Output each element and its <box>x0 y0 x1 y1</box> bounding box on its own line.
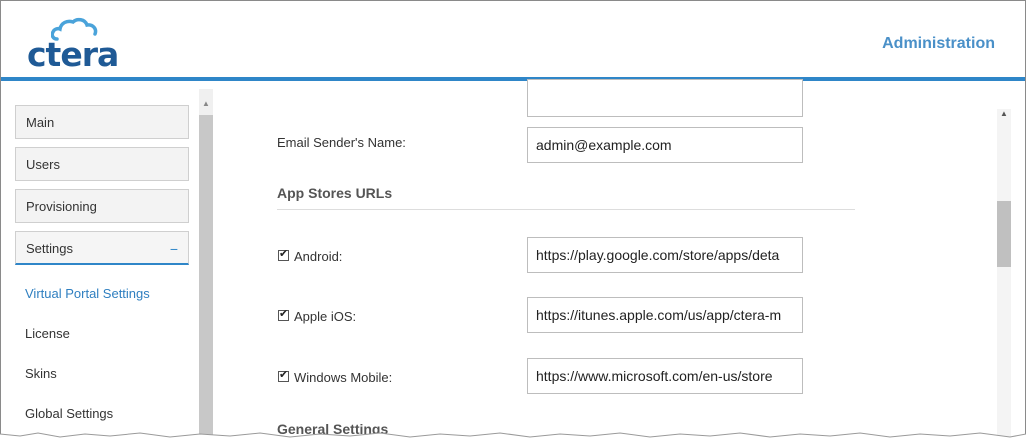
main-scrollbar-track[interactable] <box>997 109 1011 441</box>
apple-ios-url-input[interactable]: https://itunes.apple.com/us/app/ctera-m <box>527 297 803 333</box>
sidebar-item-label: Provisioning <box>26 199 97 214</box>
apple-ios-checkbox[interactable]: ✔ <box>278 308 289 321</box>
windows-mobile-url-input[interactable]: https://www.microsoft.com/en-us/store <box>527 358 803 394</box>
windows-mobile-checkbox[interactable]: ✔ <box>278 369 289 382</box>
ctera-logo: ctera <box>25 15 135 74</box>
subitem-license[interactable]: License <box>25 326 70 341</box>
android-label: Android: <box>294 249 343 264</box>
header: ctera Administration <box>1 1 1025 79</box>
android-url-input[interactable]: https://play.google.com/store/apps/deta <box>527 237 803 273</box>
subitem-global-settings[interactable]: Global Settings <box>25 406 113 421</box>
sidebar: Main Users Provisioning Settings − Virtu… <box>1 89 217 441</box>
main-scrollbar-thumb[interactable] <box>997 201 1011 267</box>
previous-field-input[interactable] <box>527 79 803 117</box>
collapse-icon[interactable]: − <box>170 232 178 266</box>
sidebar-item-label: Settings <box>26 241 73 256</box>
sidebar-item-users[interactable]: Users <box>15 147 189 181</box>
sidebar-item-provisioning[interactable]: Provisioning <box>15 189 189 223</box>
app-stores-section-title: App Stores URLs <box>277 185 393 201</box>
sidebar-item-label: Main <box>26 115 55 130</box>
apple-ios-label: Apple iOS: <box>294 309 357 324</box>
sidebar-item-label: Users <box>26 157 60 172</box>
checkmark-icon: ✔ <box>279 248 289 260</box>
scroll-up-arrow-icon[interactable]: ▲ <box>997 109 1011 123</box>
subitem-virtual-portal-settings[interactable]: Virtual Portal Settings <box>25 286 150 301</box>
app-window: ctera Administration Main Users Provisio… <box>0 0 1026 442</box>
torn-edge-decoration <box>0 432 1026 442</box>
checkmark-icon: ✔ <box>279 308 289 320</box>
administration-link[interactable]: Administration <box>882 35 995 53</box>
android-checkbox[interactable]: ✔ <box>278 248 289 261</box>
windows-mobile-label: Windows Mobile: <box>294 370 393 385</box>
scroll-up-arrow-icon[interactable]: ▲ <box>199 99 213 113</box>
header-accent-bar <box>1 77 1025 81</box>
checkmark-icon: ✔ <box>279 369 289 381</box>
email-sender-input[interactable]: admin@example.com <box>527 127 803 163</box>
sidebar-item-main[interactable]: Main <box>15 105 189 139</box>
section-divider <box>277 209 855 210</box>
sidebar-scrollbar-thumb[interactable] <box>199 115 213 441</box>
logo-text: ctera <box>27 35 119 74</box>
email-sender-label: Email Sender's Name: <box>277 135 406 150</box>
subitem-skins[interactable]: Skins <box>25 366 57 381</box>
main-content: Email Sender's Name: admin@example.com A… <box>217 79 1025 441</box>
sidebar-item-settings[interactable]: Settings − <box>15 231 189 265</box>
